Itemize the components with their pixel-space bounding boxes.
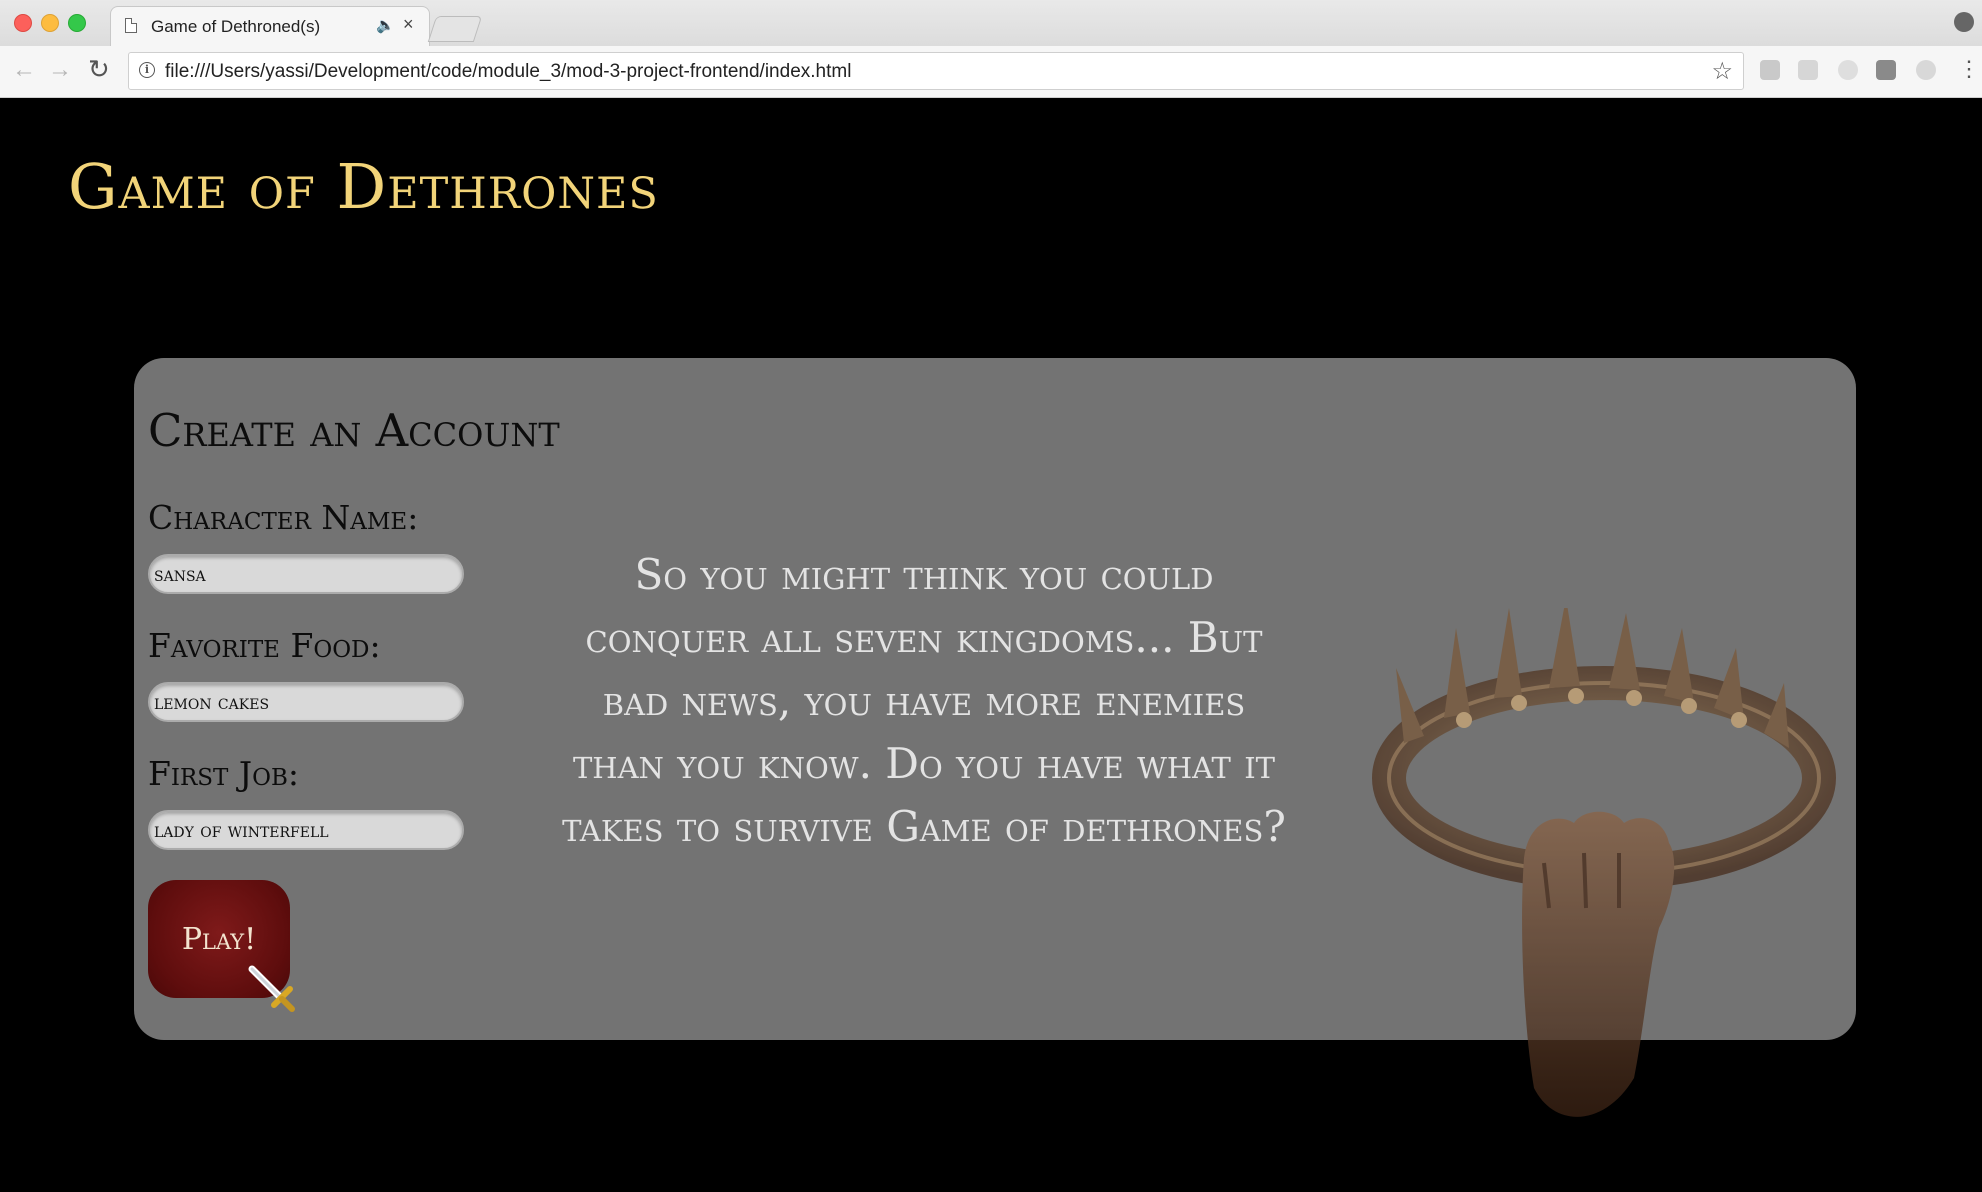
form-heading: Create an Account bbox=[148, 404, 560, 457]
info-icon[interactable]: i bbox=[139, 62, 155, 78]
browser-tab-bar: Game of Dethroned(s) 🔈 × bbox=[0, 0, 1982, 46]
favorite-food-label: Favorite Food: bbox=[148, 626, 381, 665]
extension-icon[interactable] bbox=[1798, 60, 1818, 80]
close-icon[interactable]: × bbox=[403, 14, 414, 35]
reload-icon[interactable]: ↻ bbox=[88, 54, 110, 85]
page-body: Game of Dethrones Create an Account Char… bbox=[0, 98, 1982, 1192]
forward-arrow-icon[interactable]: → bbox=[48, 56, 72, 84]
star-icon[interactable]: ☆ bbox=[1711, 57, 1733, 86]
site-title: Game of Dethrones bbox=[68, 150, 659, 223]
intro-text: So you might think you could conquer all… bbox=[562, 550, 1286, 851]
page-icon bbox=[125, 18, 137, 33]
favorite-food-input[interactable] bbox=[148, 682, 464, 722]
crown-in-hand-image bbox=[1372, 608, 1836, 1117]
new-tab-button[interactable] bbox=[427, 16, 483, 42]
back-arrow-icon[interactable]: ← bbox=[12, 56, 36, 84]
sword-cursor-icon bbox=[248, 965, 295, 1012]
menu-icon[interactable]: ⋮ bbox=[1958, 56, 1980, 82]
account-panel: Create an Account Character Name: Favori… bbox=[134, 358, 1856, 1117]
character-name-label: Character Name: bbox=[148, 498, 419, 537]
extension-icon[interactable] bbox=[1838, 60, 1858, 80]
minimize-window-button[interactable] bbox=[41, 14, 59, 32]
first-job-input[interactable] bbox=[148, 810, 464, 850]
url-text[interactable]: file:///Users/yassi/Development/code/mod… bbox=[165, 61, 851, 83]
profile-icon[interactable] bbox=[1954, 12, 1974, 32]
address-bar[interactable]: i file:///Users/yassi/Development/code/m… bbox=[128, 52, 1744, 90]
extension-icon[interactable] bbox=[1916, 60, 1936, 80]
maximize-window-button[interactable] bbox=[68, 14, 86, 32]
tab-title: Game of Dethroned(s) bbox=[151, 17, 321, 36]
close-window-button[interactable] bbox=[14, 14, 32, 32]
extension-icon[interactable] bbox=[1876, 60, 1896, 80]
extension-icon[interactable] bbox=[1760, 60, 1780, 80]
browser-toolbar: ← → ↻ i file:///Users/yassi/Development/… bbox=[0, 46, 1982, 98]
audio-icon[interactable]: 🔈 bbox=[376, 16, 395, 34]
browser-tab[interactable]: Game of Dethroned(s) 🔈 × bbox=[110, 6, 430, 46]
character-name-input[interactable] bbox=[148, 554, 464, 594]
first-job-label: First Job: bbox=[148, 754, 299, 793]
